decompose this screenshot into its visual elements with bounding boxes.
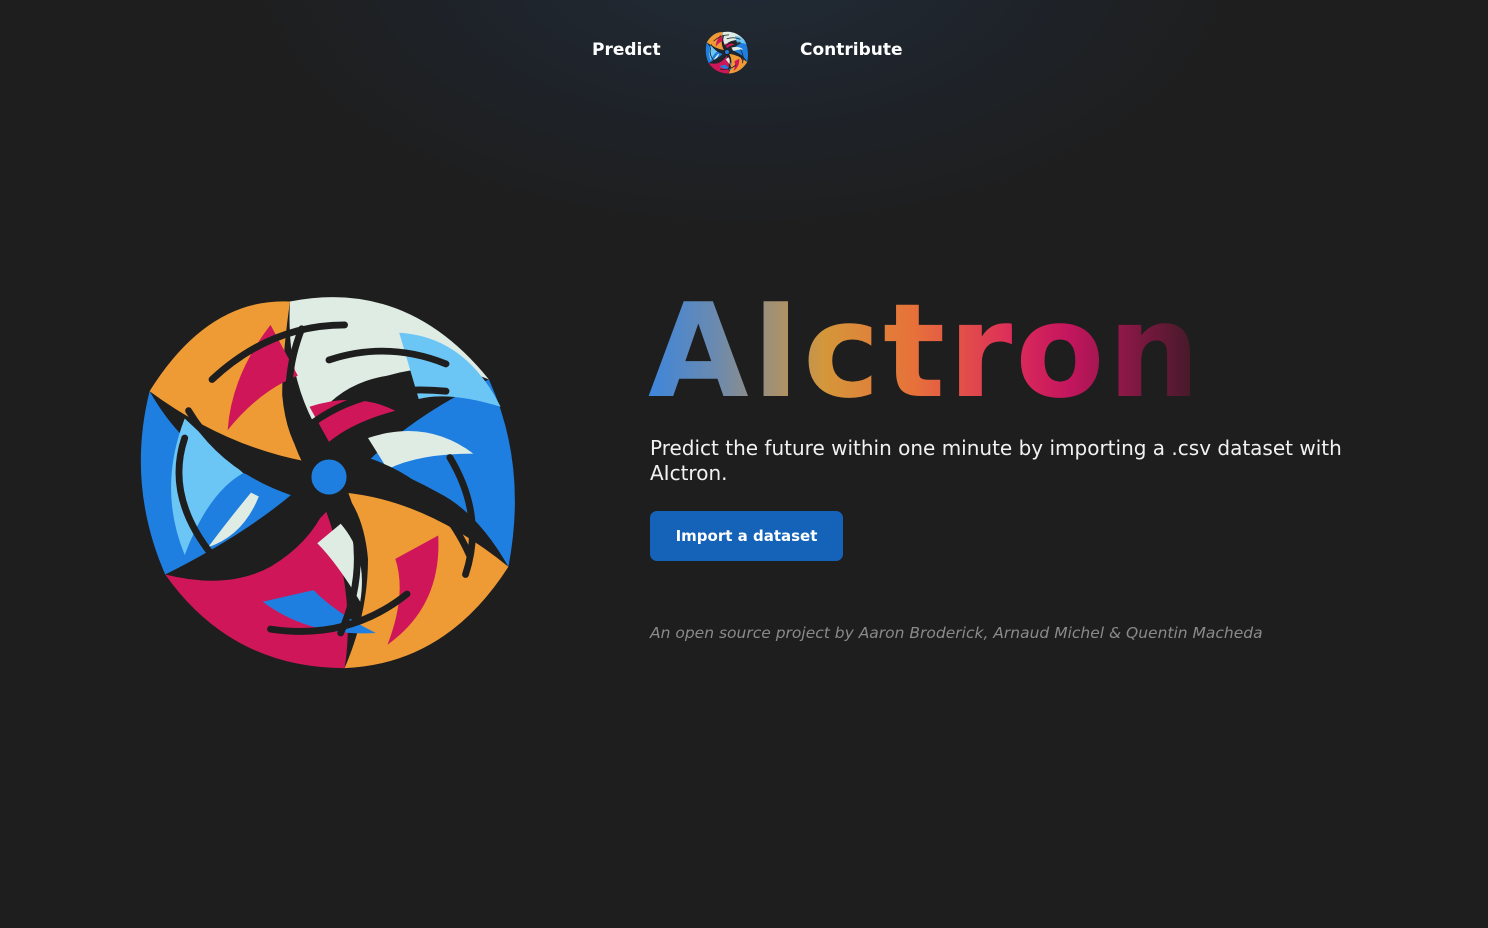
swirl-logo-icon bbox=[134, 282, 524, 672]
nav-contribute-link[interactable]: Contribute bbox=[800, 40, 903, 60]
nav-predict-link[interactable]: Predict bbox=[592, 40, 661, 60]
credits-text: An open source project by Aaron Broderic… bbox=[650, 624, 1263, 642]
hero-tagline: Predict the future within one minute by … bbox=[650, 436, 1342, 485]
import-dataset-button[interactable]: Import a dataset bbox=[650, 511, 843, 561]
brand-title: AIctron bbox=[648, 275, 1204, 427]
top-nav: Predict Contribute bbox=[0, 28, 1488, 76]
swirl-logo-icon[interactable] bbox=[705, 30, 749, 74]
